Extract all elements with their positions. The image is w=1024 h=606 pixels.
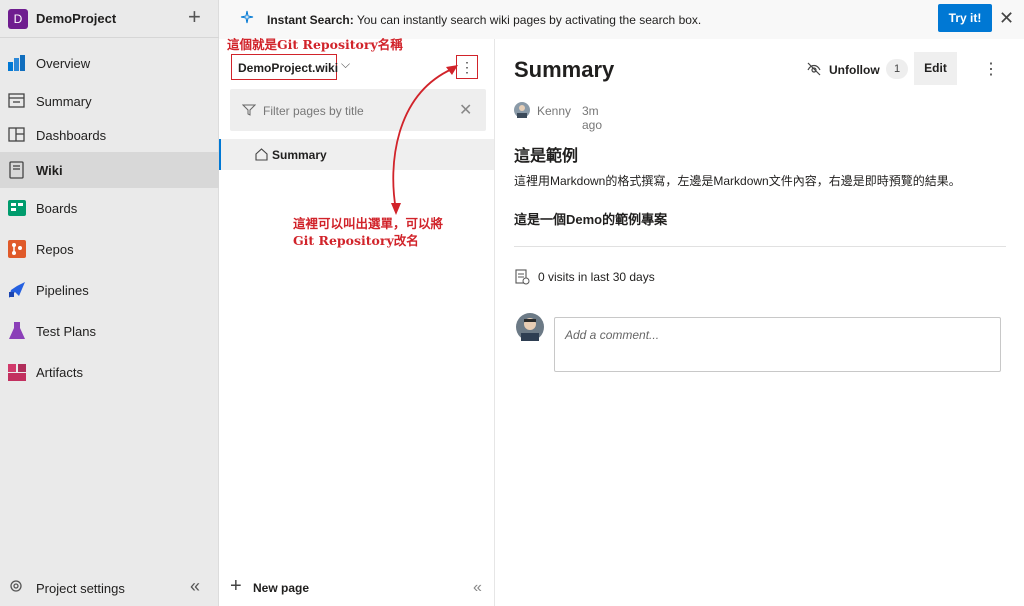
follower-count-badge: 1 <box>886 59 908 79</box>
content-heading: 這是範例 <box>514 148 579 165</box>
wiki-selector[interactable]: DemoProject.wiki <box>231 54 339 80</box>
nav-item-label: Pipelines <box>36 283 89 298</box>
nav-item-wiki[interactable]: Wiki <box>0 152 219 188</box>
more-options-icon[interactable]: ⋮ <box>983 59 999 79</box>
annotation-repo-name: 這個就是Git Repository名稱 <box>227 37 403 52</box>
nav-item-label: Test Plans <box>36 324 96 339</box>
dashboards-icon <box>8 127 25 142</box>
wiki-page-content: Summary Unfollow 1 Edit ⋮ Kenny 3m ago 這… <box>496 39 1024 606</box>
filter-icon <box>242 104 256 116</box>
chevron-down-icon[interactable]: ⌵ <box>341 57 350 72</box>
sparkle-search-icon <box>240 10 254 24</box>
nav-item-repos[interactable]: Repos <box>0 231 219 267</box>
content-paragraph: 這裡用Markdown的格式撰寫，左邊是Markdown文件內容，右邊是即時預覽… <box>514 174 961 188</box>
plus-icon: + <box>230 575 242 597</box>
commenter-avatar <box>516 313 544 341</box>
summary-icon <box>8 93 25 108</box>
author-name[interactable]: Kenny <box>537 104 571 118</box>
banner-text: Instant Search: You can instantly search… <box>267 13 701 27</box>
boards-icon <box>8 200 26 216</box>
nav-item-artifacts[interactable]: Artifacts <box>0 354 219 390</box>
nav-item-label: Dashboards <box>36 128 107 143</box>
last-edited-time: 3m ago <box>582 104 603 132</box>
nav-item-label: Overview <box>36 56 91 71</box>
project-avatar: D <box>8 9 28 29</box>
unfollow-icon <box>807 62 821 76</box>
tree-item-label: Summary <box>272 148 327 162</box>
collapse-tree-icon[interactable]: « <box>473 579 482 597</box>
divider <box>514 246 1006 247</box>
nav-item-dashboards[interactable]: Dashboards <box>0 117 219 153</box>
banner-message: You can instantly search wiki pages by a… <box>356 13 702 27</box>
filter-placeholder: Filter pages by title <box>263 104 364 118</box>
overview-icon <box>8 55 25 71</box>
annotation-arrow <box>391 65 458 215</box>
nav-item-summary[interactable]: Summary <box>0 83 219 119</box>
gear-icon <box>10 580 22 592</box>
try-it-button[interactable]: Try it! <box>938 4 992 32</box>
artifacts-icon <box>8 364 26 381</box>
page-title: Summary <box>514 57 615 82</box>
project-settings-label: Project settings <box>36 581 125 596</box>
nav-item-label: Artifacts <box>36 365 83 380</box>
close-icon[interactable]: ✕ <box>999 8 1014 29</box>
visits-icon <box>515 269 530 285</box>
wiki-name: DemoProject.wiki <box>238 61 339 75</box>
left-navigation: D DemoProject + Overview Summary Dashboa… <box>0 0 219 606</box>
repos-icon <box>8 240 26 258</box>
home-icon <box>255 148 268 161</box>
visits-label: 0 visits in last 30 days <box>538 270 655 284</box>
nav-item-pipelines[interactable]: Pipelines <box>0 272 219 308</box>
project-name[interactable]: DemoProject <box>36 11 116 26</box>
nav-item-label: Repos <box>36 242 74 257</box>
nav-item-label: Boards <box>36 201 78 216</box>
add-icon[interactable]: + <box>188 6 201 28</box>
banner-title: Instant Search: <box>267 13 354 27</box>
nav-item-test-plans[interactable]: Test Plans <box>0 313 219 349</box>
unfollow-label: Unfollow <box>829 63 880 77</box>
project-settings[interactable]: Project settings « <box>0 568 219 606</box>
nav-item-label: Summary <box>36 94 92 109</box>
nav-item-overview[interactable]: Overview <box>0 45 219 81</box>
comment-placeholder: Add a comment... <box>565 328 660 342</box>
annotation-menu-line2: Git Repository改名 <box>293 233 419 248</box>
author-avatar <box>514 102 530 118</box>
new-page-button[interactable]: + New page « <box>219 569 494 606</box>
nav-item-label: Wiki <box>36 163 63 178</box>
new-page-label: New page <box>253 581 310 595</box>
comment-input[interactable]: Add a comment... <box>554 317 1001 372</box>
wiki-icon <box>9 161 24 179</box>
content-bold-line: 這是一個Demo的範例專案 <box>514 212 668 227</box>
nav-item-boards[interactable]: Boards <box>0 190 219 226</box>
test-plans-icon <box>9 322 25 339</box>
collapse-nav-icon[interactable]: « <box>190 576 200 597</box>
edit-button[interactable]: Edit <box>914 52 957 85</box>
project-header[interactable]: D DemoProject + <box>0 0 219 38</box>
pipelines-icon <box>9 282 25 298</box>
